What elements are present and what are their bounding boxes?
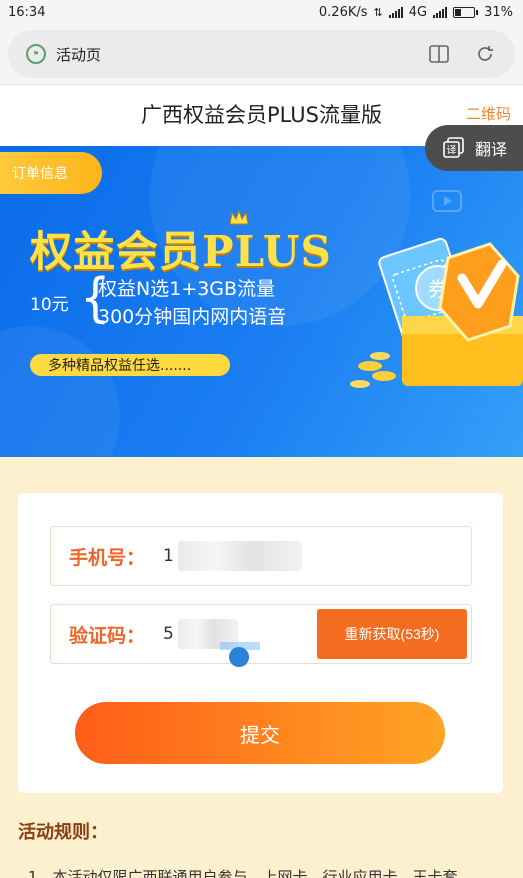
- phone-field[interactable]: 手机号： 1: [50, 526, 472, 586]
- translate-label: 翻译: [475, 140, 508, 159]
- banner-play-icon: [432, 190, 462, 212]
- banner-pill: 多种精品权益任选.......: [30, 354, 230, 376]
- verification-field[interactable]: 验证码： 5 重新获取(53秒): [50, 604, 472, 664]
- banner-line-1: 权益N选1+3GB流量: [98, 278, 276, 300]
- status-time: 16:34: [8, 4, 46, 20]
- network-type: 4G: [408, 4, 428, 20]
- translate-button[interactable]: 译 翻译: [425, 125, 523, 171]
- site-logo-icon: ⚑: [26, 44, 46, 64]
- banner-line-2: 300分钟国内网内语音: [98, 306, 287, 328]
- code-label: 验证码：: [69, 624, 146, 647]
- qr-code-link[interactable]: 二维码: [466, 103, 511, 124]
- crown-icon: [228, 209, 250, 230]
- form-card: 手机号： 1 验证码： 5 重新获取(53秒) 提交: [18, 493, 503, 793]
- signal-icon-2: [433, 6, 448, 18]
- url-box[interactable]: ⚑ 活动页: [8, 30, 515, 78]
- phone-label: 手机号：: [69, 546, 146, 569]
- data-transfer-icon: ⇅: [373, 5, 383, 19]
- rules-title: 活动规则：: [18, 822, 108, 843]
- translate-icon: 译: [443, 137, 465, 159]
- status-bar: 16:34 0.26K/s ⇅ 4G 31%: [0, 0, 523, 24]
- phone-value: 1: [163, 546, 174, 566]
- phone-input[interactable]: 1: [163, 541, 302, 571]
- network-speed: 0.26K/s: [318, 4, 368, 20]
- banner-price: 10元: [30, 295, 69, 315]
- refresh-icon[interactable]: [473, 42, 497, 66]
- banner-decoration-2: [0, 326, 120, 457]
- signal-icon: [388, 6, 403, 18]
- banner-title: 权益会员PLUS: [30, 227, 332, 276]
- status-indicators: 0.26K/s ⇅ 4G 31%: [319, 5, 513, 20]
- order-info-tab[interactable]: 订单信息: [0, 152, 102, 194]
- gift-box-illustration: 券: [340, 216, 523, 456]
- reader-mode-icon[interactable]: [427, 42, 451, 66]
- rules-first-line: 1、本活动仅限广西联通用户参与，上网卡、行业应用卡、王卡套: [28, 868, 458, 878]
- text-cursor-handle[interactable]: [220, 642, 260, 672]
- tab-title: 活动页: [56, 45, 102, 64]
- browser-address-bar: ⚑ 活动页: [0, 24, 523, 84]
- promo-banner: 订单信息 权益会员PLUS 10元 { 权益N选1+3GB流量 300分钟国内网…: [0, 146, 523, 457]
- battery-percent: 31%: [484, 4, 513, 20]
- svg-text:译: 译: [447, 145, 457, 157]
- submit-button[interactable]: 提交: [75, 702, 445, 764]
- resend-code-button[interactable]: 重新获取(53秒): [317, 609, 467, 659]
- code-value: 5: [163, 624, 174, 644]
- redacted-blur: [177, 541, 302, 571]
- battery-icon: [453, 6, 479, 18]
